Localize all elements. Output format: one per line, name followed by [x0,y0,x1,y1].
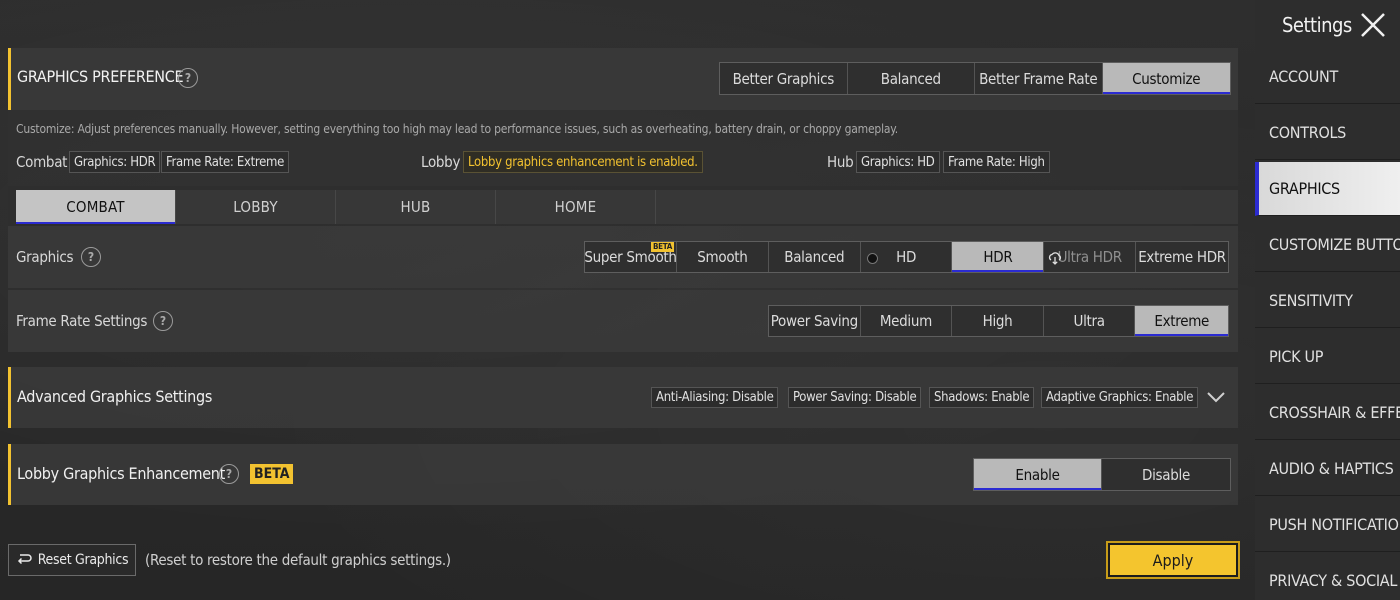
hub-label: Hub [827,153,854,171]
settings-title: Settings [1282,13,1352,37]
help-icon[interactable]: ? [178,68,198,88]
framerate-row: Frame Rate Settings ? Power Saving Mediu… [8,290,1238,352]
graphics-smooth[interactable]: Smooth [677,242,769,272]
beta-badge: BETA [650,242,674,252]
sidebar-item-push-notifications[interactable]: PUSH NOTIFICATIONS [1255,498,1400,552]
combat-graphics-tag: Graphics: HDR [69,151,161,173]
sidebar-item-audio[interactable]: AUDIO & HAPTICS [1255,442,1400,496]
lobby-enhancement-section: Lobby Graphics Enhancement ? BETA Enable… [8,444,1238,505]
lobby-enable-button[interactable]: Enable [974,459,1102,490]
graphics-ultra-hdr[interactable]: Ultra HDR [1044,242,1137,272]
help-icon[interactable]: ? [219,464,239,484]
graphics-hd-label: HD [896,248,917,266]
mode-tabs: COMBAT LOBBY HUB HOME [16,190,1238,224]
sidebar-item-sensitivity[interactable]: SENSITIVITY [1255,274,1400,328]
graphics-settings-panel: GRAPHICS PREFERENCE ? Better Graphics Ba… [8,0,1238,600]
customize-description: Customize: Adjust preferences manually. … [16,122,899,136]
sidebar-item-privacy[interactable]: PRIVACY & SOCIAL [1255,554,1400,600]
graphics-hdr[interactable]: HDR [952,242,1045,272]
graphics-quality-selector: Super Smooth BETA Smooth Balanced HD HDR… [584,241,1229,273]
reset-graphics-button[interactable]: Reset Graphics [8,544,136,576]
graphics-hd[interactable]: HD [861,242,953,272]
sidebar-item-pick-up[interactable]: PICK UP [1255,330,1400,384]
power-saving-tag: Power Saving: Disable [788,387,922,408]
combat-framerate-tag: Frame Rate: Extreme [161,151,290,173]
graphics-row: Graphics ? Super Smooth BETA Smooth Bala… [8,226,1238,288]
help-icon[interactable]: ? [153,311,173,331]
shadows-tag: Shadows: Enable [929,387,1035,408]
apply-button[interactable]: Apply [1106,541,1240,579]
beta-tag: BETA [250,464,294,484]
framerate-power-saving[interactable]: Power Saving [769,306,861,336]
graphics-balanced[interactable]: Balanced [769,242,861,272]
graphics-ultra-hdr-label: Ultra HDR [1057,248,1123,266]
sidebar-item-customize-buttons[interactable]: CUSTOMIZE BUTTONS [1255,218,1400,272]
reset-note: (Reset to restore the default graphics s… [145,551,451,569]
adaptive-graphics-tag: Adaptive Graphics: Enable [1041,387,1199,408]
sidebar-item-graphics[interactable]: GRAPHICS [1255,162,1400,216]
pause-icon [866,253,878,264]
preference-balanced[interactable]: Balanced [848,63,975,94]
framerate-label: Frame Rate Settings [16,312,148,330]
summary-section: Customize: Adjust preferences manually. … [8,110,1238,186]
preference-selector: Better Graphics Balanced Better Frame Ra… [719,62,1231,95]
advanced-graphics-section[interactable]: Advanced Graphics Settings Anti-Aliasing… [8,367,1238,428]
preference-customize[interactable]: Customize [1102,63,1230,94]
lobby-enhancement-label: Lobby Graphics Enhancement [17,464,225,483]
framerate-ultra[interactable]: Ultra [1044,306,1136,336]
combat-label: Combat [16,153,68,171]
hub-graphics-tag: Graphics: HD [856,151,940,173]
cloud-download-icon [1049,252,1062,265]
graphics-preference-section: GRAPHICS PREFERENCE ? Better Graphics Ba… [8,48,1238,110]
lobby-enhancement-toggle: Enable Disable [973,458,1231,491]
help-icon[interactable]: ? [81,247,101,267]
anti-aliasing-tag: Anti-Aliasing: Disable [651,387,779,408]
framerate-medium[interactable]: Medium [861,306,953,336]
advanced-graphics-label: Advanced Graphics Settings [17,387,213,406]
reset-graphics-label: Reset Graphics [37,552,129,568]
framerate-high[interactable]: High [952,306,1044,336]
lobby-note-tag: Lobby graphics enhancement is enabled. [463,151,703,173]
graphics-label: Graphics [16,248,74,266]
chevron-down-icon[interactable] [1206,390,1226,404]
hub-framerate-tag: Frame Rate: High [943,151,1050,173]
tab-home[interactable]: HOME [496,190,656,224]
preference-better-graphics[interactable]: Better Graphics [720,63,848,94]
framerate-extreme[interactable]: Extreme [1135,306,1229,336]
preference-better-frame-rate[interactable]: Better Frame Rate [975,63,1103,94]
sidebar-item-account[interactable]: ACCOUNT [1255,50,1400,104]
framerate-selector: Power Saving Medium High Ultra Extreme [768,305,1229,337]
settings-sidebar: Settings ACCOUNT CONTROLS GRAPHICS CUSTO… [1255,0,1400,600]
graphics-extreme-hdr[interactable]: Extreme HDR [1136,242,1228,272]
tab-lobby[interactable]: LOBBY [176,190,336,224]
reset-icon [17,554,32,565]
close-icon[interactable] [1355,7,1391,43]
graphics-super-smooth[interactable]: Super Smooth BETA [584,242,677,272]
lobby-disable-button[interactable]: Disable [1102,459,1230,490]
sidebar-item-crosshair[interactable]: CROSSHAIR & EFFECTS [1255,386,1400,440]
lobby-label: Lobby [421,153,461,171]
tab-combat[interactable]: COMBAT [16,190,176,224]
tab-hub[interactable]: HUB [336,190,496,224]
sidebar-item-controls[interactable]: CONTROLS [1255,106,1400,160]
graphics-preference-title: GRAPHICS PREFERENCE [17,67,184,86]
